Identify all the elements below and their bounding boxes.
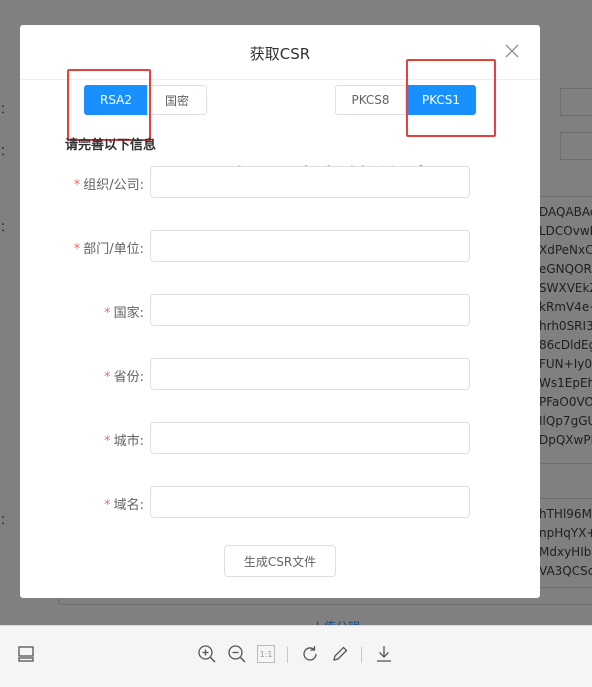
background-input [560, 132, 592, 160]
textarea-line: DpQXwPP [539, 433, 592, 447]
department-input[interactable] [150, 230, 470, 262]
tab-pkcs8[interactable]: PKCS8 [335, 85, 406, 115]
textarea-line: LDCOvwN [539, 224, 592, 238]
viewer-toolbar: 1:1 [0, 625, 592, 687]
tab-pkcs1[interactable]: PKCS1 [406, 85, 476, 115]
tab-guomi[interactable]: 国密 [147, 85, 207, 115]
generate-csr-button[interactable]: 生成CSR文件 [224, 545, 336, 577]
city-input[interactable] [150, 422, 470, 454]
textarea-line: PFaO0VO [539, 395, 592, 409]
layout-icon[interactable] [15, 643, 37, 665]
field-label-domain: * 域名: [104, 498, 144, 513]
textarea-line: FUN+Iy0v [539, 357, 592, 371]
textarea-line: MdxyHIb [539, 545, 592, 559]
zoom-out-icon[interactable] [226, 643, 248, 665]
actual-size-label: 1:1 [257, 645, 275, 663]
field-label-province: * 省份: [104, 370, 144, 385]
section-title: 请完善以下信息 [65, 138, 157, 153]
field-label-city: * 城市: [104, 434, 144, 449]
field-label-organization: * 组织/公司: [73, 178, 144, 193]
background-label: ： [0, 220, 13, 234]
textarea-line: hrh0SRI3 [539, 319, 592, 333]
background-label: ： [0, 513, 13, 527]
textarea-line: DAQABAc [539, 205, 592, 219]
province-input[interactable] [150, 358, 470, 390]
textarea-line: eGNQOR6 [539, 262, 592, 276]
background-input [560, 88, 592, 116]
domain-input[interactable] [150, 486, 470, 518]
dialog-header: 获取CSR [20, 25, 540, 80]
textarea-line: npHqYX+j [539, 526, 592, 540]
edit-icon[interactable] [329, 643, 351, 665]
textarea-line: SWXVEkZ [539, 281, 592, 295]
close-icon[interactable] [504, 43, 520, 59]
textarea-line: VA3QCSc [539, 564, 592, 578]
organization-input[interactable] [150, 166, 470, 198]
actual-size-icon[interactable]: 1:1 [255, 643, 277, 665]
country-input[interactable] [150, 294, 470, 326]
field-label-department: * 部门/单位: [73, 242, 144, 257]
textarea-line: IlQp7gGU [539, 414, 592, 428]
textarea-line: hTHl96M [539, 507, 592, 521]
refresh-icon[interactable] [299, 643, 321, 665]
textarea-line: Ws1EpEhI [539, 376, 592, 390]
toolbar-divider [287, 647, 288, 663]
background-label: ： [0, 144, 13, 158]
textarea-line: XdPeNxC4 [539, 243, 592, 257]
textarea-line: 86cDldEg [539, 338, 592, 352]
toolbar-divider [361, 647, 362, 663]
tab-rsa2[interactable]: RSA2 [84, 85, 148, 115]
field-label-country: * 国家: [104, 306, 144, 321]
dialog-title: 获取CSR [249, 45, 311, 63]
download-icon[interactable] [373, 643, 395, 665]
csr-dialog: 获取CSR RSA2 国密 PKCS8 PKCS1 请完善以下信息 填写对应的信… [20, 25, 540, 598]
textarea-line: kRmV4e+ [539, 300, 592, 314]
zoom-in-icon[interactable] [196, 643, 218, 665]
background-label: ： [0, 102, 13, 116]
